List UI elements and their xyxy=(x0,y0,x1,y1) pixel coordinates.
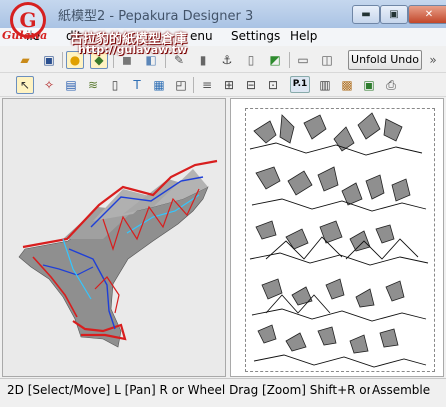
unfold-undo-button[interactable]: Unfold Undo xyxy=(348,50,422,70)
print-page-outline xyxy=(245,108,435,372)
save-icon[interactable]: ▣ xyxy=(40,51,58,69)
watermark-url: http://gulavaw.tw xyxy=(78,43,188,56)
fold-lines-icon[interactable]: ≡ xyxy=(198,76,216,94)
anchor-icon[interactable]: ⚓ xyxy=(218,51,236,69)
move-face-icon[interactable]: ◩ xyxy=(266,51,284,69)
status-bar: 2D [Select/Move] L [Pan] R or Wheel Drag… xyxy=(0,378,446,401)
menu-menu[interactable]: enu xyxy=(190,29,213,43)
main-toolbar: ▰ ▣ ● ◆ ◼ ◧ ✎ ▮ ⚓ ▯ ◩ ▭ ◫ Unfold Undo » xyxy=(0,48,446,73)
select-arrow-icon[interactable]: ↖ xyxy=(16,76,34,94)
menu-help[interactable]: Help xyxy=(290,29,317,43)
cylinder-icon[interactable]: ▮ xyxy=(194,51,212,69)
close-button[interactable]: ✕ xyxy=(408,5,446,24)
minimize-button[interactable]: ▬ xyxy=(352,5,380,24)
align-icon[interactable]: ⊡ xyxy=(264,76,282,94)
film-icon[interactable]: ▤ xyxy=(62,76,80,94)
text-icon[interactable]: T xyxy=(128,76,146,94)
unfolded-parts xyxy=(249,112,429,368)
overflow-chevron-icon[interactable]: » xyxy=(424,51,442,69)
open-folder-icon[interactable]: ▰ xyxy=(16,51,34,69)
window-icon[interactable]: ▭ xyxy=(294,51,312,69)
panel-icon[interactable]: ▯ xyxy=(242,51,260,69)
flap-tool-icon[interactable]: ◰ xyxy=(172,76,190,94)
toolbar-separator xyxy=(62,52,63,68)
bottle-icon[interactable]: ▯ xyxy=(106,76,124,94)
3d-eagle-model xyxy=(18,159,218,348)
toolbar-separator xyxy=(193,77,194,93)
arrange-icon[interactable]: ⊞ xyxy=(220,76,238,94)
status-mode: Assemble xyxy=(370,383,431,397)
2d-view-pane[interactable] xyxy=(230,98,444,377)
split-view-icon[interactable]: ◫ xyxy=(318,51,336,69)
image-icon[interactable]: ▦ xyxy=(150,76,168,94)
3d-view-pane[interactable] xyxy=(2,98,226,377)
tool-toolbar: ↖ ✧ ▤ ≋ ▯ T ▦ ◰ ≡ ⊞ ⊟ ⊡ P.1 ▥ ▩ ▣ ⎙ xyxy=(0,73,446,97)
brush-icon[interactable]: ≋ xyxy=(84,76,102,94)
grid-icon[interactable]: ⊟ xyxy=(242,76,260,94)
menu-settings[interactable]: Settings xyxy=(231,29,280,43)
status-hint-text: 2D [Select/Move] L [Pan] R or Wheel Drag… xyxy=(7,383,388,397)
maximize-button[interactable]: ▣ xyxy=(380,5,408,24)
watermark-logo-text: Gulawa xyxy=(2,29,48,42)
print-icon[interactable]: ⎙ xyxy=(382,76,400,94)
toolbar-separator xyxy=(289,52,290,68)
pattern-icon[interactable]: ▩ xyxy=(338,76,356,94)
page-number-button[interactable]: P.1 xyxy=(290,76,310,93)
picture-icon[interactable]: ▣ xyxy=(360,76,378,94)
page-layout-icon[interactable]: ▥ xyxy=(316,76,334,94)
edge-connect-icon[interactable]: ✧ xyxy=(40,76,58,94)
